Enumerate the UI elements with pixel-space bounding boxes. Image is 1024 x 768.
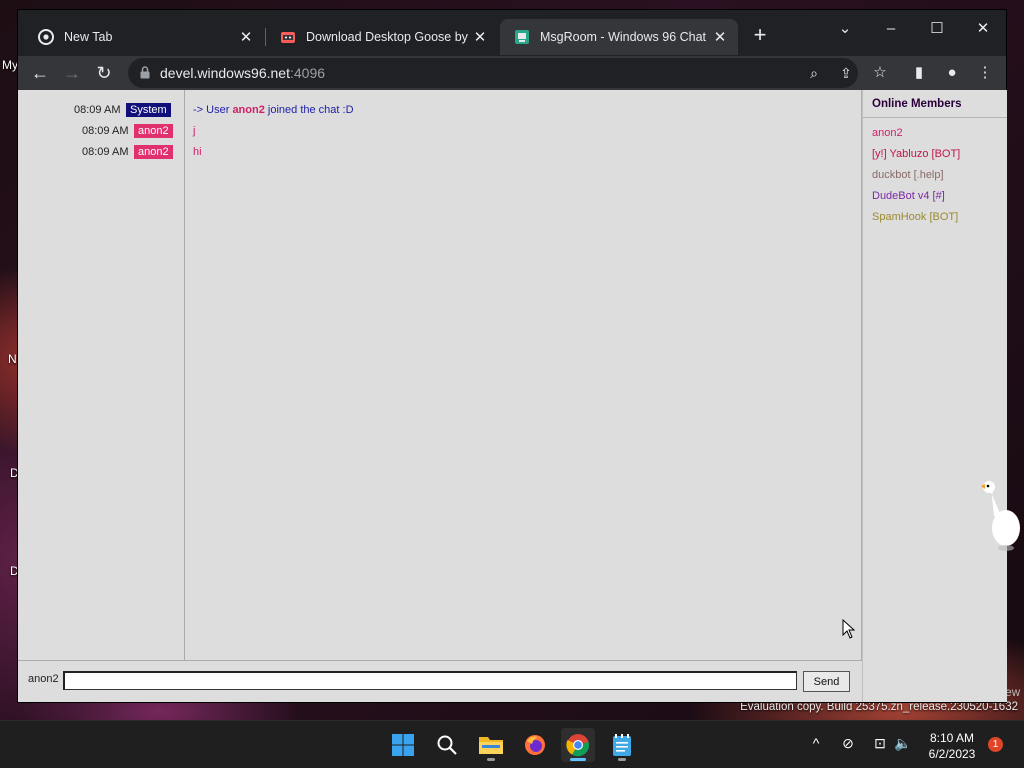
chrome-taskbar-button[interactable] bbox=[561, 728, 595, 762]
new-tab-button[interactable]: + bbox=[746, 24, 774, 48]
chat-message: 08:09 AM anon2 j bbox=[18, 124, 861, 140]
member-item[interactable]: DudeBot v4 [#] bbox=[872, 190, 945, 202]
taskbar: ^ ⊘ ⊡ 🔈 8:10 AM 6/2/2023 1 bbox=[0, 720, 1024, 768]
clock-time: 8:10 AM bbox=[929, 731, 975, 745]
tab-title: Download Desktop Goose by sam bbox=[306, 30, 470, 44]
chrome-icon bbox=[38, 29, 54, 45]
send-button[interactable]: Send bbox=[803, 671, 850, 692]
member-item[interactable]: duckbot [.help] bbox=[872, 169, 944, 181]
members-heading: Online Members bbox=[863, 90, 1007, 118]
itch-store-icon bbox=[280, 29, 296, 45]
username-badge[interactable]: anon2 bbox=[134, 145, 173, 159]
message-timestamp: 08:09 AM bbox=[74, 104, 121, 116]
notepad-button[interactable] bbox=[605, 728, 639, 762]
forward-button[interactable]: → bbox=[58, 59, 86, 87]
message-timestamp: 08:09 AM bbox=[82, 146, 129, 158]
search-button[interactable] bbox=[430, 728, 464, 762]
firefox-icon bbox=[525, 735, 545, 755]
url-text[interactable]: devel.windows96.net:4096 bbox=[160, 65, 325, 81]
running-indicator bbox=[570, 758, 586, 761]
reload-button[interactable]: ↻ bbox=[90, 59, 118, 87]
url-port: :4096 bbox=[289, 65, 326, 81]
evaluation-watermark: Evaluation copy. Build 25375.zn_release.… bbox=[740, 701, 1018, 713]
back-button[interactable]: ← bbox=[26, 59, 54, 87]
file-explorer-button[interactable] bbox=[474, 728, 508, 762]
notification-badge[interactable]: 1 bbox=[988, 737, 1003, 752]
tab-desktop-goose[interactable]: Download Desktop Goose by sam ✕ bbox=[266, 19, 498, 55]
start-button[interactable] bbox=[386, 728, 420, 762]
message-text: hi bbox=[193, 146, 202, 158]
watermark-fragment: ew bbox=[1005, 687, 1020, 699]
desktop-icon-label[interactable]: My bbox=[2, 58, 18, 72]
tab-title: New Tab bbox=[64, 30, 113, 44]
tab-strip: New Tab ✕ Download Desktop Goose by sam … bbox=[18, 10, 1006, 56]
close-tab-icon[interactable]: ✕ bbox=[710, 27, 730, 47]
folder-icon bbox=[479, 737, 503, 754]
members-panel: Online Members anon2 [y!] Yabluzo [BOT] du… bbox=[862, 90, 1007, 702]
chrome-app-icon bbox=[566, 734, 590, 757]
message-text-part: joined the chat :D bbox=[264, 104, 354, 116]
close-tab-icon[interactable]: ✕ bbox=[470, 27, 490, 47]
message-timestamp: 08:09 AM bbox=[82, 125, 129, 137]
profile-icon[interactable]: ● bbox=[938, 59, 966, 87]
close-window-button[interactable]: ✕ bbox=[960, 14, 1006, 44]
msgroom-page: 08:09 AM System -> User anon2 joined the c… bbox=[18, 90, 1007, 702]
tab-msgroom[interactable]: MsgRoom - Windows 96 Chat ✕ bbox=[500, 19, 738, 55]
username-badge[interactable]: System bbox=[126, 103, 171, 117]
volume-icon[interactable]: 🔈 bbox=[893, 735, 913, 752]
tab-title: MsgRoom - Windows 96 Chat bbox=[540, 30, 707, 44]
url-host: devel.windows96.net bbox=[160, 65, 290, 81]
member-item[interactable]: SpamHook [BOT] bbox=[872, 211, 958, 223]
maximize-button[interactable]: ☐ bbox=[914, 14, 960, 44]
minimize-button[interactable]: – bbox=[868, 14, 914, 44]
running-indicator bbox=[487, 758, 495, 761]
chat-message: 08:09 AM anon2 hi bbox=[18, 145, 861, 161]
browser-toolbar: ← → ↻ devel.windows96.net:4096 ⌕ ⇪ ☆ ▮ ●… bbox=[18, 56, 1006, 90]
message-input[interactable] bbox=[63, 671, 797, 690]
bookmark-star-icon[interactable]: ☆ bbox=[866, 59, 894, 87]
system-clock[interactable]: 8:10 AM 6/2/2023 bbox=[920, 730, 984, 762]
desktop-icon-label[interactable]: N bbox=[8, 352, 17, 366]
display-icon[interactable]: ⊡ bbox=[870, 735, 890, 752]
chat-input-bar: anon2 Send bbox=[18, 661, 861, 702]
side-panel-icon[interactable]: ▮ bbox=[905, 59, 933, 87]
share-icon[interactable]: ⇪ bbox=[836, 63, 856, 83]
tab-search-button[interactable]: ⌄ bbox=[822, 14, 868, 44]
message-text-part: -> User bbox=[193, 104, 233, 116]
mentioned-username: anon2 bbox=[232, 104, 265, 116]
firefox-button[interactable] bbox=[518, 728, 552, 762]
member-item[interactable]: [y!] Yabluzo [BOT] bbox=[872, 148, 960, 160]
network-offline-icon[interactable]: ⊘ bbox=[838, 735, 858, 752]
lock-icon[interactable] bbox=[140, 66, 150, 79]
msgroom-icon bbox=[514, 29, 530, 45]
message-pane: 08:09 AM System -> User anon2 joined the c… bbox=[18, 90, 862, 661]
chat-message: 08:09 AM System -> User anon2 joined the c… bbox=[18, 103, 861, 119]
message-text-part: j bbox=[193, 125, 196, 137]
message-text-part: hi bbox=[193, 146, 202, 158]
username-badge[interactable]: anon2 bbox=[134, 124, 173, 138]
username-label: anon2 bbox=[28, 673, 59, 685]
mouse-cursor-icon bbox=[842, 619, 856, 639]
message-text: j bbox=[193, 125, 195, 137]
timestamp-column bbox=[18, 90, 185, 660]
tab-new-tab[interactable]: New Tab ✕ bbox=[24, 19, 264, 55]
member-item[interactable]: anon2 bbox=[872, 127, 903, 139]
close-tab-icon[interactable]: ✕ bbox=[236, 27, 256, 47]
notepad-icon bbox=[613, 734, 631, 756]
desktop-goose[interactable] bbox=[980, 480, 1024, 552]
browser-window: New Tab ✕ Download Desktop Goose by sam … bbox=[18, 10, 1007, 702]
show-hidden-icons-chevron-icon[interactable]: ^ bbox=[806, 735, 826, 751]
message-text: -> User anon2 joined the chat :D bbox=[193, 104, 354, 116]
address-bar[interactable]: devel.windows96.net:4096 ⌕ ⇪ bbox=[128, 58, 858, 88]
zoom-icon[interactable]: ⌕ bbox=[804, 63, 824, 83]
menu-icon[interactable]: ⋮ bbox=[971, 59, 999, 87]
search-icon bbox=[437, 735, 457, 755]
windows-logo-icon bbox=[392, 734, 414, 756]
clock-date: 6/2/2023 bbox=[928, 747, 976, 761]
running-indicator bbox=[618, 758, 626, 761]
